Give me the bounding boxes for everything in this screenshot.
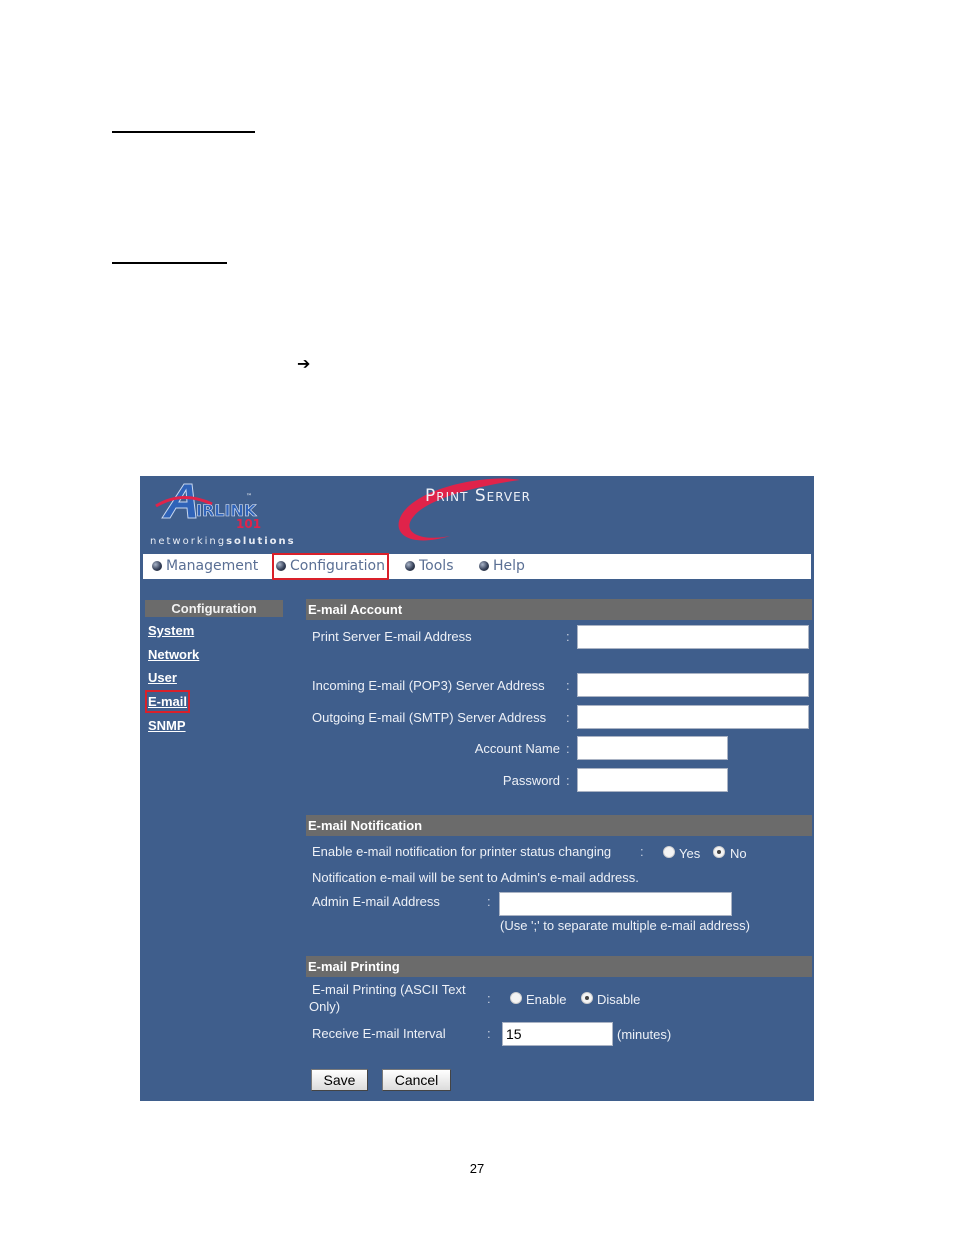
bullet-icon [405,561,415,571]
colon: : [566,710,570,725]
password-input[interactable] [577,768,728,792]
print-server-email-input[interactable] [577,625,809,649]
save-button[interactable]: Save [311,1069,368,1091]
colon: : [566,629,570,644]
logo-number-text: 101 [236,517,261,531]
colon: : [487,1026,491,1041]
smtp-server-input[interactable] [577,705,809,729]
sidebar-item-snmp[interactable]: SNMP [148,717,186,734]
nav-configuration[interactable]: Configuration [272,553,389,580]
print-server-screenshot: IRLINK ™ 101 networkingsolutions Print S… [140,476,814,1101]
admin-email-hint: (Use ';' to separate multiple e-mail add… [500,918,750,933]
cancel-button[interactable]: Cancel [382,1069,451,1091]
printing-disable-radio[interactable] [581,992,593,1004]
bullet-icon [276,561,286,571]
top-navigation: Management Configuration Tools Help [143,553,811,580]
password-label: Password [502,773,560,788]
email-printing-heading: E-mail Printing [306,956,812,977]
notification-yes-label: Yes [679,846,701,861]
arrow-right-icon: ➔ [297,354,311,373]
printing-disable-label: Disable [597,992,641,1007]
bullet-icon [152,561,162,571]
sidebar-item-network[interactable]: Network [148,646,199,663]
account-name-input[interactable] [577,736,728,760]
heading-underline-2 [112,262,227,264]
product-title: Print Server [425,486,532,506]
email-notification-heading: E-mail Notification [306,815,812,836]
colon: : [566,678,570,693]
sidebar-item-email[interactable]: E-mail [144,690,191,713]
nav-help[interactable]: Help [479,554,525,579]
admin-email-label: Admin E-mail Address [312,894,440,909]
colon: : [566,741,570,756]
account-name-label: Account Name [474,741,560,756]
notification-no-label: No [730,846,747,861]
page-number: 27 [469,1161,485,1176]
email-account-heading: E-mail Account [306,599,812,620]
notification-note: Notification e-mail will be sent to Admi… [312,870,639,885]
svg-text:™: ™ [246,493,252,500]
colon: : [640,844,644,859]
heading-underline-1 [112,131,255,133]
pop3-server-label: Incoming E-mail (POP3) Server Address [312,678,545,693]
email-printing-label-line2: Only) [309,999,341,1014]
printing-enable-label: Enable [526,992,567,1007]
printing-enable-radio[interactable] [510,992,522,1004]
interval-label: Receive E-mail Interval [312,1026,446,1041]
admin-email-input[interactable] [499,892,732,916]
interval-unit: (minutes) [617,1027,672,1042]
interval-input[interactable] [502,1022,613,1046]
nav-management[interactable]: Management [152,554,258,579]
enable-notification-label: Enable e-mail notification for printer s… [312,844,612,859]
sidebar-heading: Configuration [145,600,283,617]
print-server-email-label: Print Server E-mail Address [312,629,472,644]
notification-no-radio[interactable] [713,846,725,858]
pop3-server-input[interactable] [577,673,809,697]
colon: : [487,991,491,1006]
email-printing-label-line1: E-mail Printing (ASCII Text [312,982,466,997]
bullet-icon [479,561,489,571]
sidebar-item-system[interactable]: System [148,622,194,639]
sidebar-item-user[interactable]: User [148,669,177,686]
logo-tagline: networkingsolutions [150,536,296,547]
colon: : [566,773,570,788]
notification-yes-radio[interactable] [663,846,675,858]
colon: : [487,894,491,909]
nav-tools[interactable]: Tools [405,554,454,579]
smtp-server-label: Outgoing E-mail (SMTP) Server Address [312,710,547,725]
